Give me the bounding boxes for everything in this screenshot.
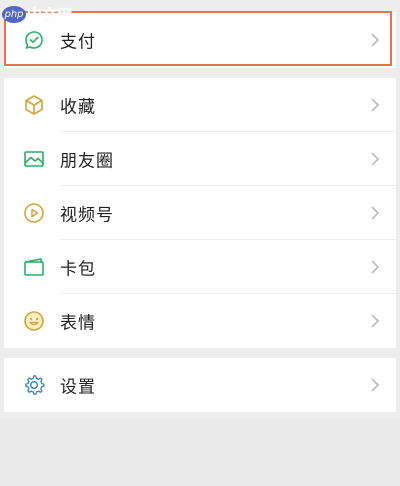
chevron-right-icon	[371, 98, 380, 112]
chevron-right-icon	[371, 260, 380, 274]
main-menu-group: 收藏 朋友圈 视频号 卡包 表情	[4, 78, 396, 348]
menu-item-label: 支付	[60, 32, 96, 53]
menu-item-label: 表情	[60, 313, 96, 334]
menu-item-label: 视频号	[60, 205, 114, 226]
menu-item-moments[interactable]: 朋友圈	[4, 132, 396, 186]
chevron-right-icon	[371, 33, 380, 47]
watermark: php 中文网	[2, 2, 72, 26]
chevron-right-icon	[371, 378, 380, 392]
menu-item-label: 卡包	[60, 259, 96, 280]
menu-item-favorites[interactable]: 收藏	[4, 78, 396, 132]
settings-gear-icon	[25, 374, 45, 395]
chevron-right-icon	[371, 314, 380, 328]
sticker-smile-icon	[24, 311, 44, 331]
me-page: 支付 收藏 朋友圈 视频号 卡包 表情 设置 php 中文网	[0, 0, 400, 486]
menu-item-label: 收藏	[60, 97, 96, 118]
menu-item-card-wallet[interactable]: 卡包	[4, 240, 396, 294]
menu-item-stickers[interactable]: 表情	[4, 294, 396, 348]
chevron-right-icon	[371, 206, 380, 220]
pay-check-icon	[25, 31, 43, 49]
bottom-empty-area	[0, 418, 400, 486]
moments-photo-icon	[24, 151, 44, 167]
favorites-cube-icon	[25, 95, 43, 115]
menu-item-channels[interactable]: 视频号	[4, 186, 396, 240]
settings-group: 设置	[4, 358, 396, 412]
menu-item-label: 朋友圈	[60, 151, 114, 172]
menu-item-settings[interactable]: 设置	[4, 358, 396, 412]
chevron-right-icon	[371, 152, 380, 166]
menu-item-label: 设置	[60, 377, 96, 398]
card-wallet-icon	[24, 258, 44, 276]
channels-play-icon	[24, 203, 44, 223]
watermark-logo: php	[2, 5, 26, 23]
watermark-text: 中文网	[27, 5, 73, 24]
